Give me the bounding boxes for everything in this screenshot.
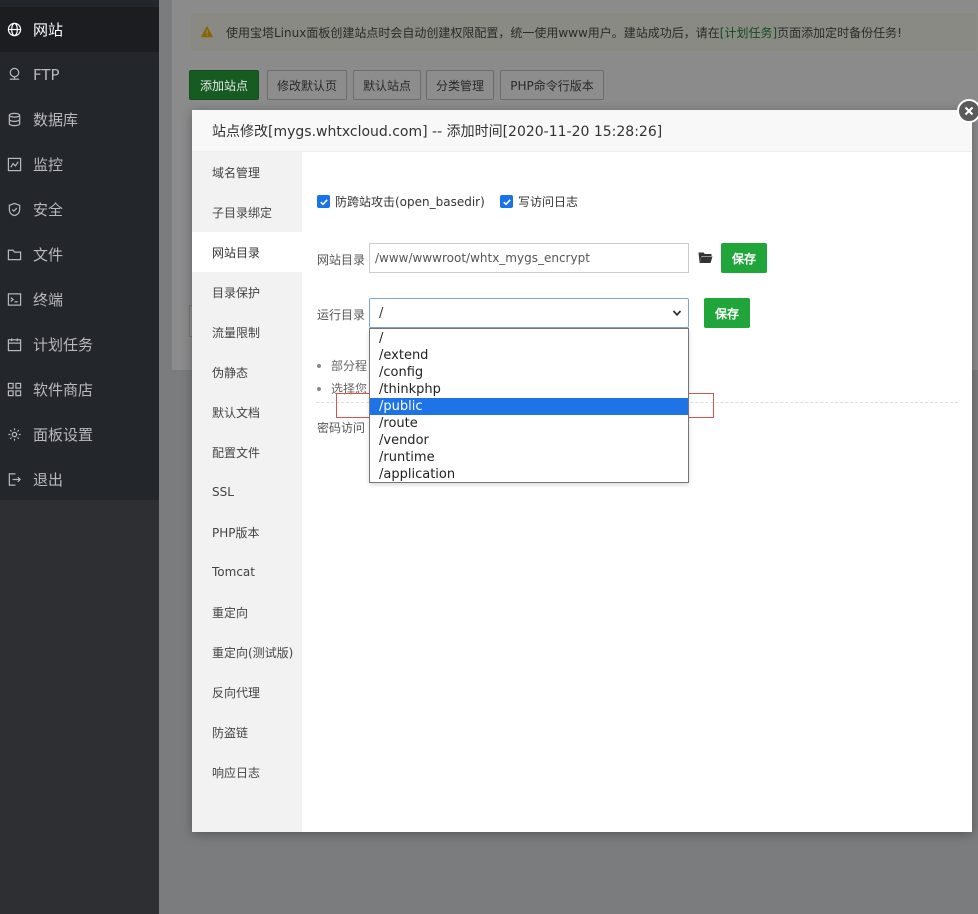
shield-icon [6,202,22,218]
dropdown-option[interactable]: /application [370,466,688,483]
sidebar-item-monitor[interactable]: 监控 [0,142,159,187]
sidebar-item-label: 面板设置 [33,426,94,444]
notice-text-before: 使用宝塔Linux面板创建站点时会自动创建权限配置，统一使用www用户。建站成功… [226,25,720,40]
sidebar-item-files[interactable]: 文件 [0,232,159,277]
run-dir-dropdown-list: / /extend /config /thinkphp /public /rou… [369,328,689,483]
sidebar-item-label: 数据库 [33,111,79,129]
modal-nav-item[interactable]: Tomcat [192,552,302,592]
warning-icon [200,25,214,38]
close-icon [964,106,974,116]
sidebar-item-store[interactable]: 软件商店 [0,367,159,412]
modal-nav-item[interactable]: 默认文档 [192,392,302,432]
terminal-icon [6,292,22,308]
modal-nav-item[interactable]: 伪静态 [192,352,302,392]
dropdown-option[interactable]: /config [370,364,688,381]
logout-icon [6,472,22,488]
notice-text-after: 页面添加定时备份任务! [777,25,902,40]
access-log-label: 写访问日志 [518,195,579,209]
modal-nav-item[interactable]: 域名管理 [192,152,302,192]
modal-nav: 域名管理 子目录绑定 网站目录 目录保护 流量限制 伪静态 默认文档 配置文件 … [192,152,302,832]
modal-nav-item-active[interactable]: 网站目录 [192,232,302,272]
dropdown-option[interactable]: /runtime [370,449,688,466]
anti-xss-label: 防跨站攻击(open_basedir) [335,195,485,209]
sidebar-item-label: 文件 [33,246,64,264]
access-log-checkbox-row[interactable]: 写访问日志 [500,193,578,210]
sidebar-item-terminal[interactable]: 终端 [0,277,159,322]
database-icon [6,112,22,128]
gear-icon [6,427,22,443]
category-manage-button[interactable]: 分类管理 [426,70,494,100]
password-access-label: 密码访问 [317,421,366,435]
checkbox-checked-icon[interactable] [500,195,513,208]
modal-nav-item[interactable]: 目录保护 [192,272,302,312]
dropdown-option[interactable]: /thinkphp [370,381,688,398]
modal-nav-item[interactable]: 重定向(测试版) [192,632,302,672]
dropdown-option[interactable]: / [370,330,688,347]
folder-icon [6,247,22,263]
modal-title: 站点修改[mygs.whtxcloud.com] -- 添加时间[2020-11… [192,110,972,152]
default-site-button[interactable]: 默认站点 [353,70,421,100]
globe-icon [6,22,22,38]
dropdown-option-selected[interactable]: /public [370,398,688,415]
sidebar-item-ftp[interactable]: FTP [0,52,159,97]
edit-default-page-button[interactable]: 修改默认页 [267,70,347,100]
site-dir-input[interactable]: /www/wwwroot/whtx_mygs_encrypt [369,243,689,273]
checkbox-checked-icon[interactable] [317,195,330,208]
apps-icon [6,382,22,398]
save-run-dir-button[interactable]: 保存 [704,298,750,328]
modal-nav-item[interactable]: 重定向 [192,592,302,632]
sidebar-item-label: 软件商店 [33,381,94,399]
dropdown-option[interactable]: /vendor [370,432,688,449]
sidebar-item-settings[interactable]: 面板设置 [0,412,159,457]
tip-bullet-1: 部分程 [317,357,367,374]
sidebar-empty-area [0,500,159,914]
modal-nav-item[interactable]: 配置文件 [192,432,302,472]
sidebar-item-label: 终端 [33,291,64,309]
sidebar-item-cron[interactable]: 计划任务 [0,322,159,367]
calendar-icon [6,337,22,353]
sidebar-item-database[interactable]: 数据库 [0,97,159,142]
add-site-button[interactable]: 添加站点 [189,70,259,100]
sidebar-item-label: 监控 [33,156,64,174]
run-dir-selected-value: / [379,305,384,321]
sidebar-item-label: FTP [33,65,60,84]
sidebar-item-label: 安全 [33,201,64,219]
sidebar-item-label: 网站 [33,21,64,39]
sidebar-item-security[interactable]: 安全 [0,187,159,232]
modal-nav-item[interactable]: 响应日志 [192,752,302,792]
modal-nav-item[interactable]: 子目录绑定 [192,192,302,232]
monitor-icon [6,157,22,173]
modal-nav-item[interactable]: 流量限制 [192,312,302,352]
site-dir-label: 网站目录 [317,253,366,267]
modal-nav-item[interactable]: 反向代理 [192,672,302,712]
modal-content: 防跨站攻击(open_basedir) 写访问日志 网站目录 /www/wwwr… [302,152,972,832]
notice-link-cron[interactable]: [计划任务] [720,24,777,41]
chevron-down-icon [672,310,682,317]
run-dir-select[interactable]: / [369,298,689,328]
dropdown-option[interactable]: /extend [370,347,688,364]
sidebar-item-label: 计划任务 [33,336,94,354]
modal-nav-item[interactable]: PHP版本 [192,512,302,552]
run-dir-label: 运行目录 [317,308,366,322]
folder-open-icon[interactable] [698,251,713,264]
sidebar-item-website[interactable]: 网站 [0,7,159,52]
ftp-icon [6,67,22,83]
close-modal-button[interactable] [957,99,978,123]
php-cli-version-button[interactable]: PHP命令行版本 [500,70,604,100]
sidebar-item-label: 退出 [33,471,64,489]
save-site-dir-button[interactable]: 保存 [721,243,767,273]
notice-banner: 使用宝塔Linux面板创建站点时会自动创建权限配置，统一使用www用户。建站成功… [189,12,978,52]
dropdown-option[interactable]: /route [370,415,688,432]
sidebar-item-logout[interactable]: 退出 [0,457,159,502]
modal-nav-item[interactable]: SSL [192,472,302,512]
anti-xss-checkbox-row[interactable]: 防跨站攻击(open_basedir) [317,193,485,210]
modal-nav-item[interactable]: 防盗链 [192,712,302,752]
sidebar: 网站 FTP 数据库 监控 安全 文件 终端 计划任务 软件商店 面板设置 退出 [0,0,159,914]
